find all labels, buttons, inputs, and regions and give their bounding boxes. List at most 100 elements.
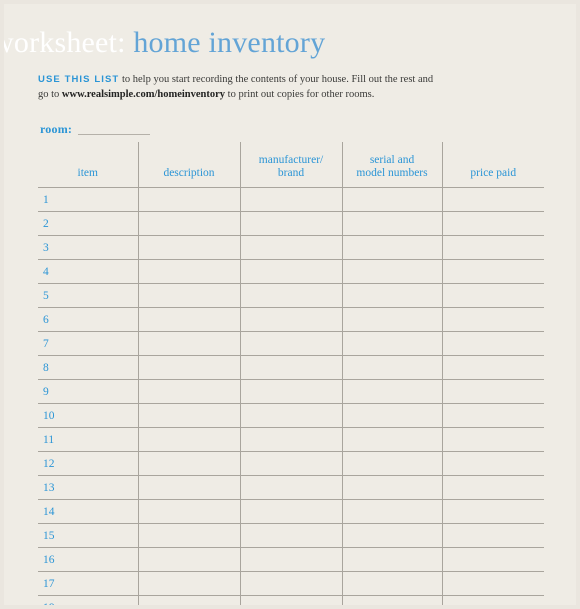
cell-item[interactable] bbox=[92, 283, 139, 308]
table-header-row: item description manufacturer/ brand ser… bbox=[38, 142, 545, 188]
cell-manufacturer[interactable] bbox=[239, 331, 343, 356]
cell-price[interactable] bbox=[441, 403, 545, 428]
cell-serial[interactable] bbox=[341, 379, 443, 404]
cell-price[interactable] bbox=[441, 187, 545, 212]
cell-serial[interactable] bbox=[341, 475, 443, 500]
cell-description[interactable] bbox=[137, 403, 241, 428]
cell-description[interactable] bbox=[137, 355, 241, 380]
cell-serial[interactable] bbox=[341, 283, 443, 308]
cell-manufacturer[interactable] bbox=[239, 403, 343, 428]
cell-price[interactable] bbox=[441, 595, 545, 605]
cell-manufacturer[interactable] bbox=[239, 235, 343, 260]
cell-price[interactable] bbox=[441, 451, 545, 476]
cell-manufacturer[interactable] bbox=[239, 283, 343, 308]
cell-price[interactable] bbox=[441, 475, 545, 500]
cell-item[interactable] bbox=[92, 499, 139, 524]
cell-description[interactable] bbox=[137, 451, 241, 476]
cell-serial[interactable] bbox=[341, 187, 443, 212]
cell-description[interactable] bbox=[137, 475, 241, 500]
cell-price[interactable] bbox=[441, 283, 545, 308]
cell-price[interactable] bbox=[441, 427, 545, 452]
cell-manufacturer[interactable] bbox=[239, 307, 343, 332]
cell-item[interactable] bbox=[92, 379, 139, 404]
cell-price[interactable] bbox=[441, 211, 545, 236]
cell-description[interactable] bbox=[137, 571, 241, 596]
cell-serial[interactable] bbox=[341, 547, 443, 572]
cell-description[interactable] bbox=[137, 379, 241, 404]
cell-description[interactable] bbox=[137, 235, 241, 260]
cell-item[interactable] bbox=[92, 355, 139, 380]
cell-manufacturer[interactable] bbox=[239, 499, 343, 524]
cell-price[interactable] bbox=[441, 307, 545, 332]
cell-price[interactable] bbox=[441, 331, 545, 356]
cell-item[interactable] bbox=[92, 331, 139, 356]
cell-serial[interactable] bbox=[341, 427, 443, 452]
cell-manufacturer[interactable] bbox=[239, 355, 343, 380]
cell-manufacturer[interactable] bbox=[239, 523, 343, 548]
room-input-rule[interactable] bbox=[78, 134, 151, 135]
cell-price[interactable] bbox=[441, 499, 545, 524]
cell-manufacturer[interactable] bbox=[239, 595, 343, 605]
cell-manufacturer[interactable] bbox=[239, 187, 343, 212]
intro-paragraph: USE THIS LIST to help you start recordin… bbox=[38, 72, 438, 102]
cell-description[interactable] bbox=[137, 523, 241, 548]
cell-description[interactable] bbox=[137, 427, 241, 452]
cell-description[interactable] bbox=[137, 187, 241, 212]
room-label: room: bbox=[40, 122, 73, 136]
cell-item[interactable] bbox=[92, 523, 139, 548]
cell-item[interactable] bbox=[92, 187, 139, 212]
cell-manufacturer[interactable] bbox=[239, 547, 343, 572]
cell-serial[interactable] bbox=[341, 499, 443, 524]
cell-price[interactable] bbox=[441, 235, 545, 260]
cell-serial[interactable] bbox=[341, 211, 443, 236]
cell-description[interactable] bbox=[137, 259, 241, 284]
cell-item[interactable] bbox=[92, 451, 139, 476]
row-number: 2 bbox=[38, 211, 92, 236]
cell-price[interactable] bbox=[441, 355, 545, 380]
cell-manufacturer[interactable] bbox=[239, 427, 343, 452]
cell-manufacturer[interactable] bbox=[239, 379, 343, 404]
cell-serial[interactable] bbox=[341, 355, 443, 380]
cell-item[interactable] bbox=[92, 307, 139, 332]
cell-description[interactable] bbox=[137, 595, 241, 605]
cell-serial[interactable] bbox=[341, 403, 443, 428]
cell-item[interactable] bbox=[92, 403, 139, 428]
cell-description[interactable] bbox=[137, 547, 241, 572]
cell-serial[interactable] bbox=[341, 451, 443, 476]
cell-serial[interactable] bbox=[341, 331, 443, 356]
cell-manufacturer[interactable] bbox=[239, 259, 343, 284]
table-row: 3 bbox=[38, 235, 545, 260]
cell-item[interactable] bbox=[92, 211, 139, 236]
cell-manufacturer[interactable] bbox=[239, 571, 343, 596]
cell-description[interactable] bbox=[137, 307, 241, 332]
cell-serial[interactable] bbox=[341, 523, 443, 548]
cell-manufacturer[interactable] bbox=[239, 475, 343, 500]
cell-item[interactable] bbox=[92, 259, 139, 284]
cell-serial[interactable] bbox=[341, 571, 443, 596]
cell-manufacturer[interactable] bbox=[239, 451, 343, 476]
cell-price[interactable] bbox=[441, 547, 545, 572]
cell-serial[interactable] bbox=[341, 259, 443, 284]
cell-serial[interactable] bbox=[341, 235, 443, 260]
cell-description[interactable] bbox=[137, 331, 241, 356]
cell-description[interactable] bbox=[137, 211, 241, 236]
cell-price[interactable] bbox=[441, 571, 545, 596]
cell-item[interactable] bbox=[92, 595, 139, 605]
cell-serial[interactable] bbox=[341, 595, 443, 605]
cell-description[interactable] bbox=[137, 283, 241, 308]
cell-price[interactable] bbox=[441, 379, 545, 404]
cell-item[interactable] bbox=[92, 571, 139, 596]
cell-description[interactable] bbox=[137, 499, 241, 524]
cell-price[interactable] bbox=[441, 259, 545, 284]
cell-manufacturer[interactable] bbox=[239, 211, 343, 236]
cell-item[interactable] bbox=[92, 475, 139, 500]
cell-item[interactable] bbox=[92, 235, 139, 260]
column-header-description: description bbox=[137, 142, 241, 188]
cell-item[interactable] bbox=[92, 427, 139, 452]
table-row: 6 bbox=[38, 307, 545, 332]
page-title-prefix: worksheet: bbox=[4, 26, 126, 59]
room-field[interactable]: room: bbox=[40, 122, 151, 137]
cell-price[interactable] bbox=[441, 523, 545, 548]
cell-item[interactable] bbox=[92, 547, 139, 572]
cell-serial[interactable] bbox=[341, 307, 443, 332]
